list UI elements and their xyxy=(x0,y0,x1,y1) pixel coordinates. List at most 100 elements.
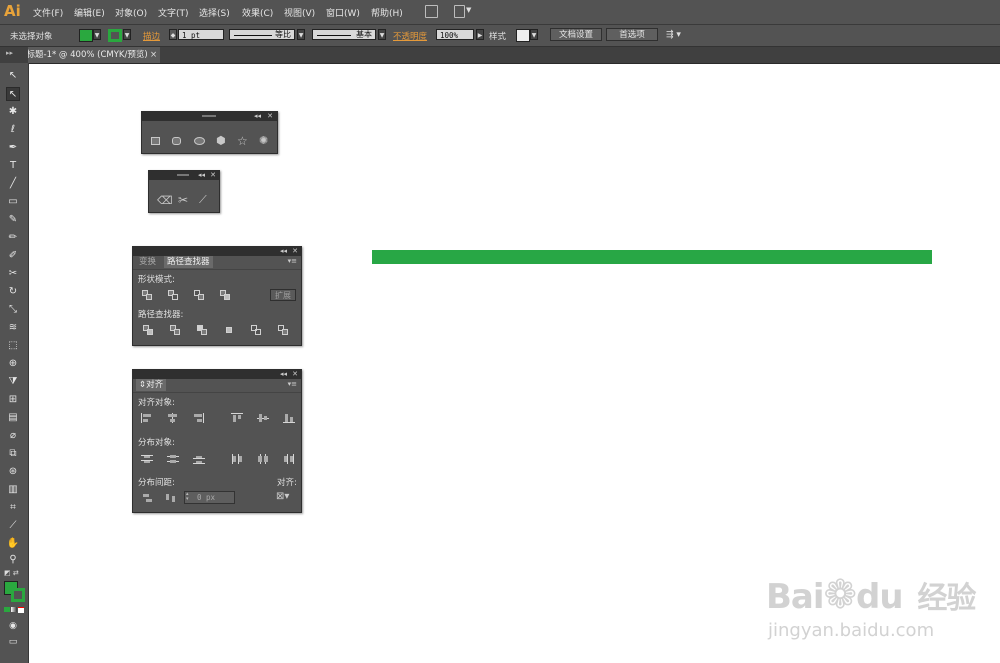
opacity-label[interactable]: 不透明度 xyxy=(393,30,427,42)
document-tab[interactable]: 未标题-1* @ 400% (CMYK/预览) × xyxy=(28,47,160,63)
spacing-stepper-icon[interactable]: ▴ ▾ xyxy=(186,492,189,502)
tab-transform[interactable]: 变换 xyxy=(136,256,159,268)
eraser-tool-icon[interactable]: ⌫ xyxy=(157,194,173,207)
distribute-bottom-icon[interactable] xyxy=(193,454,205,464)
close-icon[interactable]: × xyxy=(150,47,157,63)
panel-titlebar[interactable]: ◂◂ ✕ xyxy=(142,112,277,121)
symbol-sprayer-tool-icon[interactable]: ⊛ xyxy=(6,465,20,479)
star-tool-icon[interactable]: ☆ xyxy=(237,134,248,148)
zoom-tool-icon[interactable]: ⚲ xyxy=(6,553,20,567)
minus-back-icon[interactable] xyxy=(278,325,288,335)
eyedropper-tool-icon[interactable]: ⌀ xyxy=(6,429,20,443)
menu-help[interactable]: 帮助(H) xyxy=(371,6,403,19)
panel-titlebar[interactable]: ◂◂ ✕ xyxy=(133,247,301,256)
menu-select[interactable]: 选择(S) xyxy=(199,6,230,19)
column-graph-tool-icon[interactable]: ▥ xyxy=(6,483,20,497)
direct-selection-tool-icon[interactable]: ↖ xyxy=(6,87,20,101)
none-mode-icon[interactable] xyxy=(18,607,24,613)
distribute-vertical-center-icon[interactable] xyxy=(167,454,179,464)
collapse-icon[interactable]: ◂◂ xyxy=(198,171,205,180)
panel-collapse-icon[interactable]: ▸▸ xyxy=(6,49,13,57)
profile-dropdown[interactable]: ▼ xyxy=(297,29,305,40)
rotate-tool-icon[interactable]: ↻ xyxy=(6,285,20,299)
preferences-button[interactable]: 首选项 xyxy=(606,28,658,41)
align-bottom-icon[interactable] xyxy=(283,413,295,423)
panel-menu-icon[interactable]: ▾≡ xyxy=(288,257,297,265)
tab-pathfinder[interactable]: 路径查找器 xyxy=(164,256,213,268)
divide-icon[interactable] xyxy=(143,325,153,335)
stroke-weight-input[interactable]: 1 pt xyxy=(178,29,224,40)
trim-icon[interactable] xyxy=(170,325,180,335)
distribute-left-icon[interactable] xyxy=(231,454,243,464)
free-transform-tool-icon[interactable]: ⬚ xyxy=(6,339,20,353)
gradient-mode-icon[interactable] xyxy=(11,607,17,612)
align-horizontal-center-icon[interactable] xyxy=(167,413,179,423)
arrange-documents-icon[interactable] xyxy=(454,5,465,18)
scale-tool-icon[interactable]: ⤡ xyxy=(6,303,20,317)
close-icon[interactable]: ✕ xyxy=(210,171,216,180)
flare-tool-icon[interactable]: ✺ xyxy=(259,134,268,147)
fill-dropdown[interactable]: ▼ xyxy=(93,29,101,40)
variable-width-profile[interactable]: 等比 xyxy=(229,29,295,40)
menu-type[interactable]: 文字(T) xyxy=(158,6,189,19)
pencil-tool-icon[interactable]: ✏ xyxy=(6,231,20,245)
menu-effect[interactable]: 效果(C) xyxy=(242,6,273,19)
intersect-icon[interactable] xyxy=(194,290,204,300)
perspective-grid-tool-icon[interactable]: ⧩ xyxy=(6,375,20,389)
horizontal-distribute-space-icon[interactable] xyxy=(165,493,177,503)
panel-titlebar[interactable]: ◂◂ ✕ xyxy=(149,171,219,180)
spacing-input[interactable]: ▴ ▾ 0 px xyxy=(184,491,235,504)
align-top-icon[interactable] xyxy=(231,413,243,423)
distribute-right-icon[interactable] xyxy=(283,454,295,464)
style-swatch[interactable] xyxy=(516,29,530,42)
collapse-icon[interactable]: ◂◂ xyxy=(280,370,287,379)
screen-mode-icon[interactable]: ▭ xyxy=(6,635,20,649)
line-tool-icon[interactable]: ╱ xyxy=(6,177,20,191)
paintbrush-tool-icon[interactable]: ✎ xyxy=(6,213,20,227)
brush-definition[interactable]: 基本 xyxy=(312,29,376,40)
fill-swatch[interactable] xyxy=(79,29,93,42)
hand-tool-icon[interactable]: ✋ xyxy=(6,537,20,551)
bridge-icon[interactable] xyxy=(425,5,438,18)
brush-dropdown[interactable]: ▼ xyxy=(378,29,386,40)
crop-icon[interactable] xyxy=(224,325,234,335)
align-vertical-center-icon[interactable] xyxy=(257,413,269,423)
menu-file[interactable]: 文件(F) xyxy=(33,6,63,19)
outline-icon[interactable] xyxy=(251,325,261,335)
stroke-color-box[interactable] xyxy=(11,588,25,602)
arrange-dropdown-icon[interactable]: ▼ xyxy=(466,6,471,14)
ellipse-tool-icon[interactable] xyxy=(194,137,205,145)
rectangle-tool-icon[interactable]: ▭ xyxy=(6,195,20,209)
eraser-tool-icon[interactable]: ✂ xyxy=(6,267,20,281)
panel-titlebar[interactable]: ◂◂ ✕ xyxy=(133,370,301,379)
shape-builder-tool-icon[interactable]: ⊕ xyxy=(6,357,20,371)
mesh-tool-icon[interactable]: ⊞ xyxy=(6,393,20,407)
close-icon[interactable]: ✕ xyxy=(292,370,298,379)
blob-brush-tool-icon[interactable]: ✐ xyxy=(6,249,20,263)
menu-edit[interactable]: 编辑(E) xyxy=(74,6,105,19)
align-right-icon[interactable] xyxy=(193,413,205,423)
minus-front-icon[interactable] xyxy=(168,290,178,300)
align-to-selection-dropdown[interactable]: ⊠▾ xyxy=(276,491,294,503)
distribute-horizontal-center-icon[interactable] xyxy=(257,454,269,464)
menu-view[interactable]: 视图(V) xyxy=(284,6,315,19)
tab-align[interactable]: ⇕对齐 xyxy=(136,379,167,391)
merge-icon[interactable] xyxy=(197,325,207,335)
opacity-dropdown[interactable]: ▶ xyxy=(476,29,484,40)
artboard-tool-icon[interactable]: ⌗ xyxy=(6,501,20,515)
stroke-weight-stepper[interactable]: ◆ xyxy=(169,29,177,40)
pen-tool-icon[interactable]: ✒ xyxy=(6,141,20,155)
align-left-icon[interactable] xyxy=(141,413,153,423)
scissors-tool-icon[interactable]: ✂ xyxy=(178,193,188,207)
rectangle-tool-icon[interactable] xyxy=(151,137,160,145)
stroke-label[interactable]: 描边 xyxy=(143,30,160,42)
close-icon[interactable]: ✕ xyxy=(292,247,298,256)
drawing-mode-icon[interactable]: ◉ xyxy=(6,619,20,633)
width-tool-icon[interactable]: ≋ xyxy=(6,321,20,335)
stroke-dropdown[interactable]: ▼ xyxy=(123,29,131,40)
menu-object[interactable]: 对象(O) xyxy=(115,6,147,19)
collapse-icon[interactable]: ◂◂ xyxy=(280,247,287,256)
magic-wand-tool-icon[interactable]: ✱ xyxy=(6,105,20,119)
blend-tool-icon[interactable]: ⧉ xyxy=(6,447,20,461)
document-setup-button[interactable]: 文档设置 xyxy=(550,28,602,41)
